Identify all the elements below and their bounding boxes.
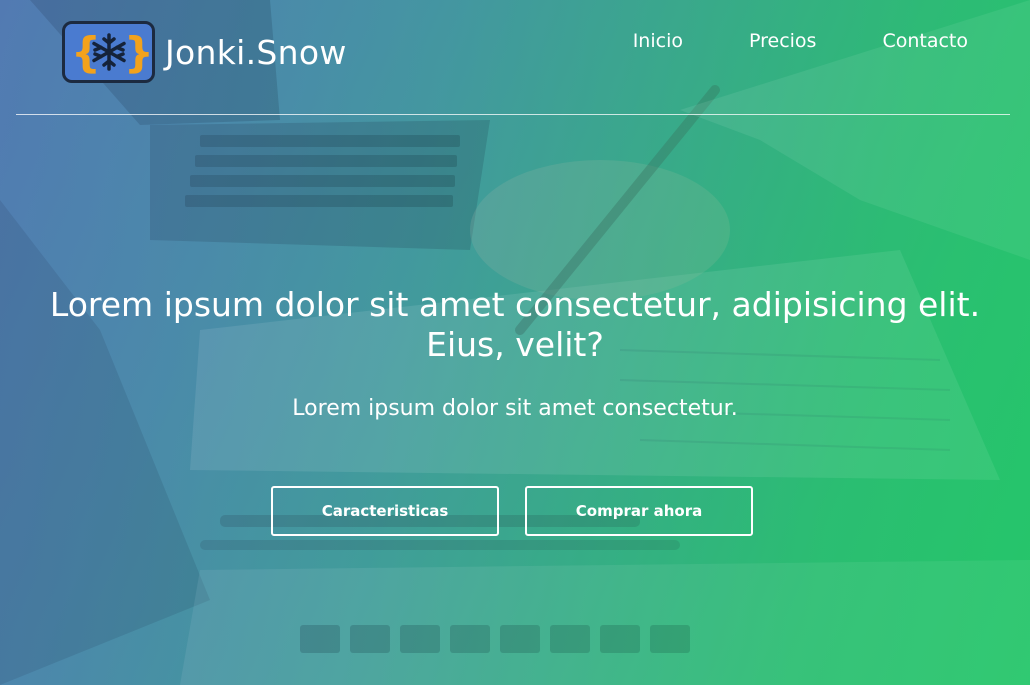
nav-link-inicio[interactable]: Inicio (633, 30, 683, 52)
nav-link-precios[interactable]: Precios (749, 30, 816, 52)
features-button[interactable]: Caracteristicas (271, 486, 499, 536)
hero-headline: Lorem ipsum dolor sit amet consectetur, … (49, 285, 981, 364)
nav-menu: Inicio Precios Contacto (567, 30, 968, 52)
navbar: { } (16, 0, 1010, 115)
svg-text:{: { (71, 28, 101, 77)
hero-subheadline: Lorem ipsum dolor sit amet consectetur. (292, 396, 738, 421)
svg-text:}: } (124, 28, 149, 77)
brand-name: Jonki.Snow (165, 32, 347, 72)
brand-link[interactable]: { } (62, 20, 347, 84)
buy-now-button[interactable]: Comprar ahora (525, 486, 753, 536)
snowflake-logo-icon: { } (62, 21, 155, 83)
nav-link-contacto[interactable]: Contacto (882, 30, 968, 52)
hero-section: { } (0, 0, 1030, 685)
